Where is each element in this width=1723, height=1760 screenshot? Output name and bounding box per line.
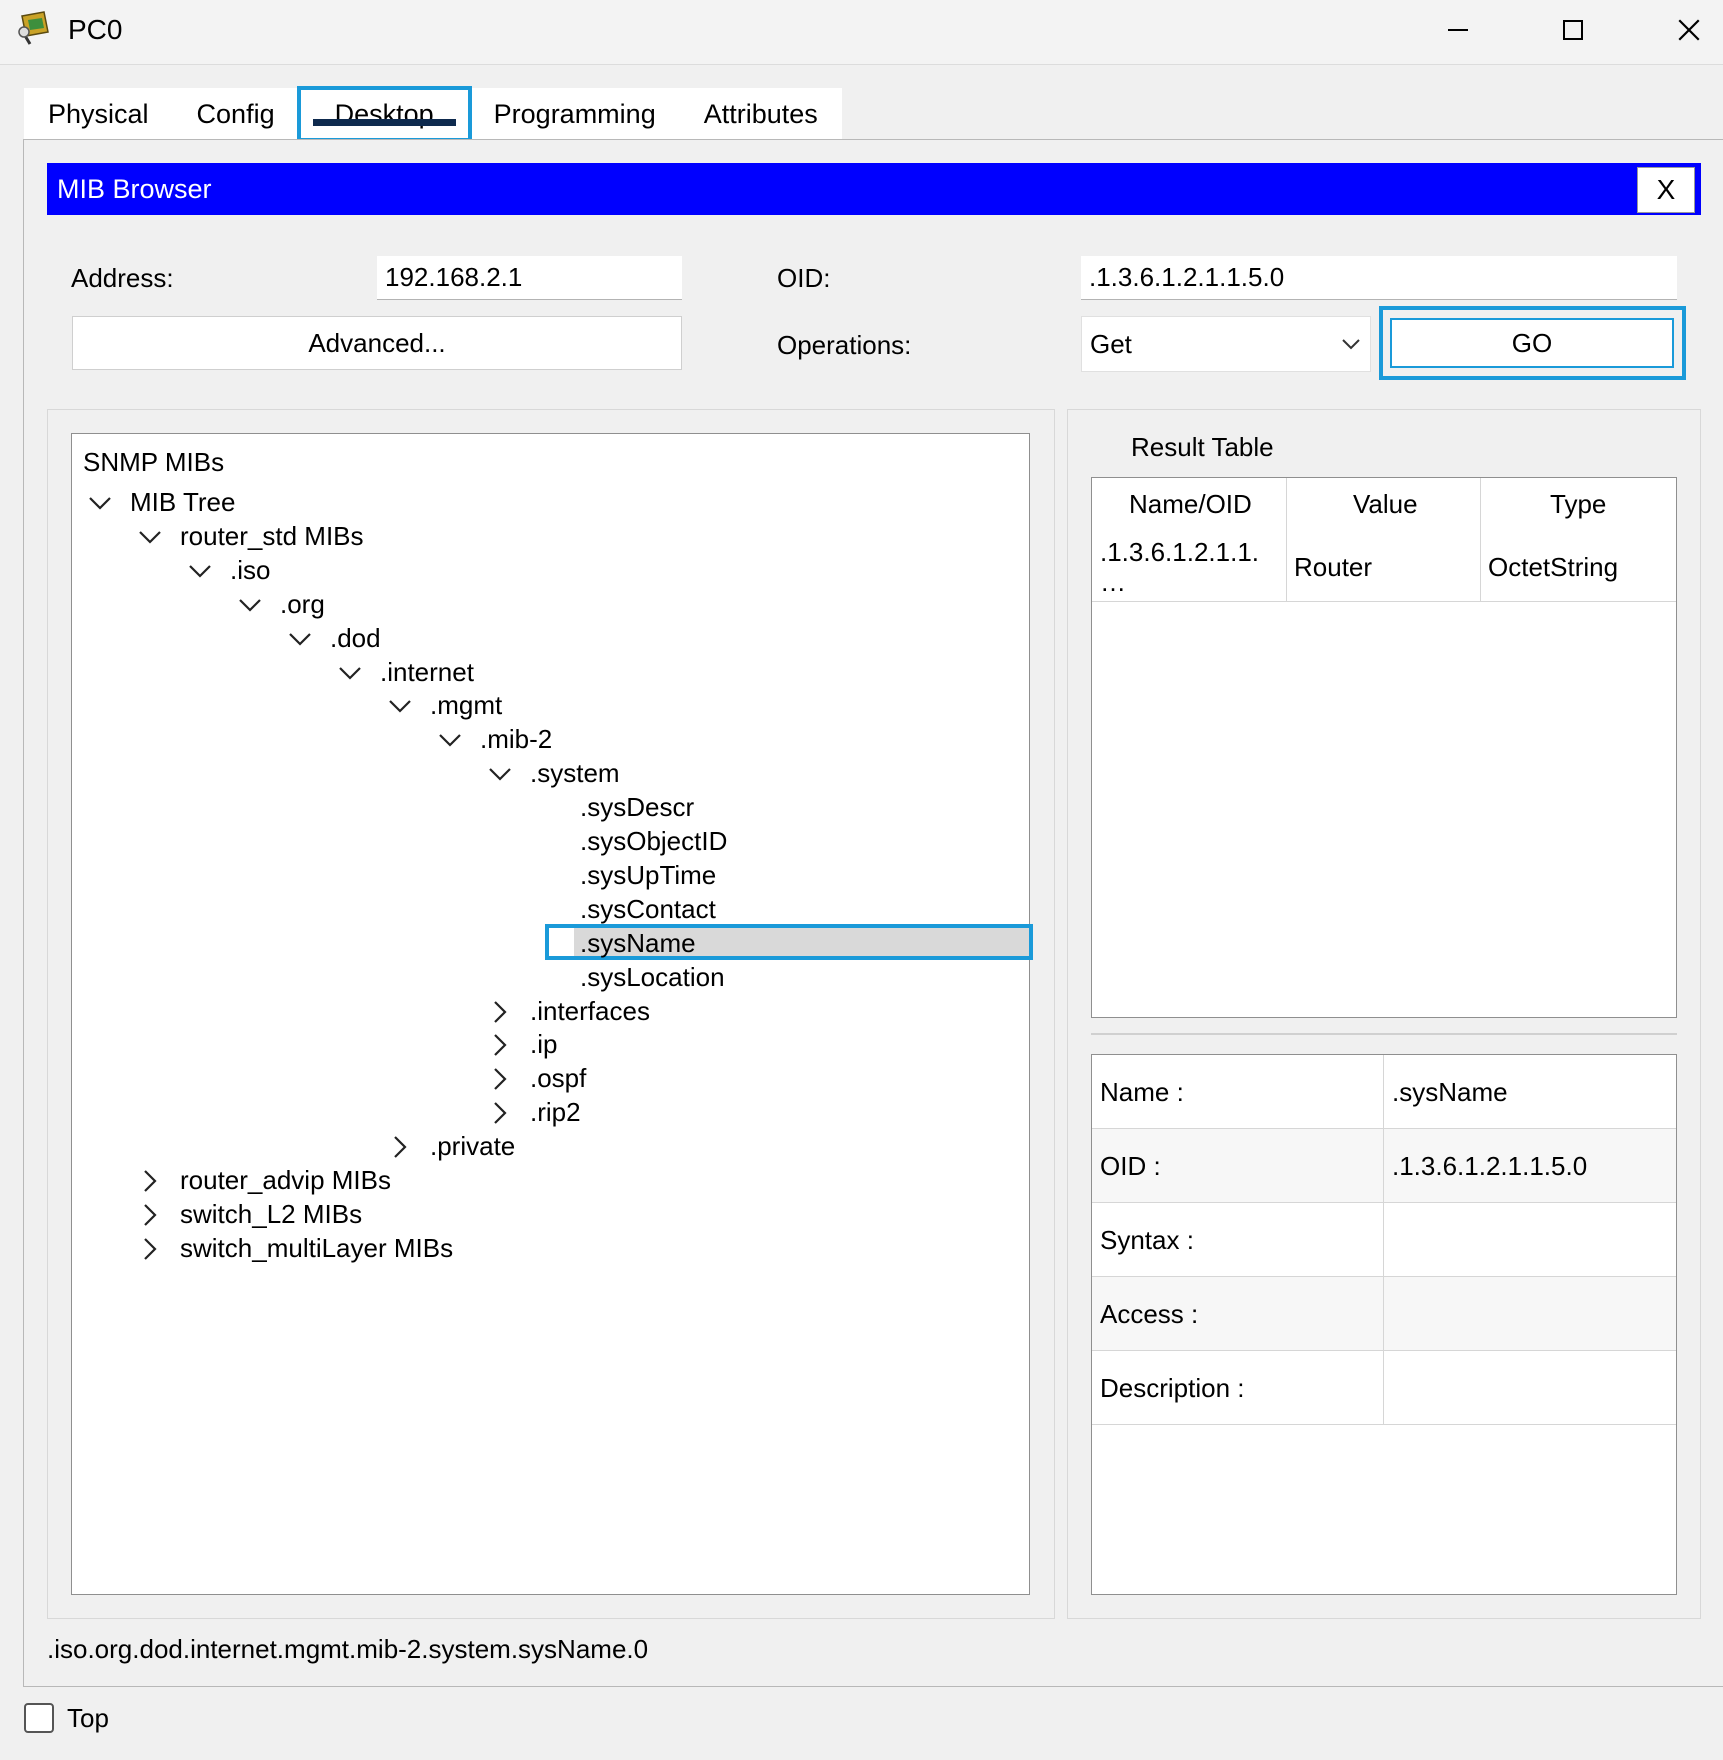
result-cell-type[interactable]: OctetString <box>1488 552 1618 583</box>
result-cell-name-oid[interactable]: .1.3.6.1.2.1.1. <box>1100 537 1259 568</box>
device-tabs: Physical Config Desktop Programming Attr… <box>24 86 842 142</box>
results-splitter[interactable] <box>1091 1033 1677 1035</box>
chevron-right-icon[interactable] <box>386 1133 414 1161</box>
top-checkbox[interactable] <box>24 1703 54 1733</box>
result-cell-name-oid-ellipsis: … <box>1100 567 1126 597</box>
chevron-right-icon[interactable] <box>136 1235 164 1263</box>
address-input[interactable]: 192.168.2.1 <box>377 256 682 300</box>
detail-row-name: Name : .sysName <box>1092 1055 1676 1129</box>
detail-key: Access : <box>1100 1299 1199 1329</box>
chevron-down-icon[interactable] <box>236 591 264 619</box>
result-table-title: Result Table <box>1131 432 1274 462</box>
tab-desktop[interactable]: Desktop <box>296 86 472 142</box>
chevron-right-icon[interactable] <box>486 998 514 1026</box>
tree-node[interactable]: router_std MIBs <box>180 521 364 552</box>
close-window-button[interactable] <box>1662 10 1716 50</box>
result-header-type[interactable]: Type <box>1550 489 1606 520</box>
tree-node[interactable]: .rip2 <box>530 1097 581 1128</box>
chevron-down-icon <box>1342 339 1360 350</box>
operations-label: Operations: <box>777 330 912 360</box>
chevron-right-icon[interactable] <box>486 1031 514 1059</box>
tab-config[interactable]: Config <box>173 88 299 140</box>
chevron-down-icon[interactable] <box>486 760 514 788</box>
tree-node-selected[interactable]: .sysName <box>580 928 696 959</box>
chevron-down-icon[interactable] <box>86 489 114 517</box>
detail-row-access: Access : <box>1092 1277 1676 1351</box>
detail-key: Description : <box>1100 1373 1245 1403</box>
close-icon <box>1678 19 1700 41</box>
chevron-down-icon[interactable] <box>286 625 314 653</box>
detail-row-description: Description : <box>1092 1351 1676 1425</box>
details-table: Name : .sysName OID : .1.3.6.1.2.1.1.5.0 S… <box>1091 1054 1677 1595</box>
bottom-bar <box>0 1688 1723 1760</box>
operations-select[interactable]: Get <box>1081 316 1371 372</box>
result-row-divider <box>1092 601 1676 602</box>
detail-value: .1.3.6.1.2.1.1.5.0 <box>1392 1151 1588 1181</box>
tree-node[interactable]: .ospf <box>530 1063 586 1094</box>
tab-programming[interactable]: Programming <box>470 88 680 140</box>
packet-tracer-app-icon <box>18 11 49 45</box>
tree-node[interactable]: .sysUpTime <box>580 860 716 891</box>
tree-node[interactable]: .ip <box>530 1029 557 1060</box>
tree-node[interactable]: .sysContact <box>580 894 716 925</box>
chevron-down-icon[interactable] <box>386 692 414 720</box>
chevron-down-icon[interactable] <box>336 659 364 687</box>
go-button[interactable]: GO <box>1390 318 1674 368</box>
result-table[interactable]: Name/OID Value Type .1.3.6.1.2.1.1. … Ro… <box>1091 477 1677 1018</box>
tree-node[interactable]: .mib-2 <box>480 724 552 755</box>
oid-label: OID: <box>777 263 831 293</box>
tree-node[interactable]: .iso <box>230 555 270 586</box>
tab-attributes[interactable]: Attributes <box>680 88 842 140</box>
mib-browser-header: MIB Browser X <box>47 163 1701 215</box>
chevron-right-icon[interactable] <box>136 1201 164 1229</box>
detail-key: Name : <box>1100 1077 1184 1107</box>
tree-node[interactable]: switch_L2 MIBs <box>180 1199 362 1230</box>
window-title: PC0 <box>68 14 123 45</box>
tree-node[interactable]: .mgmt <box>430 690 502 721</box>
minimize-icon <box>1448 29 1468 31</box>
window-titlebar: PC0 <box>0 0 1723 65</box>
chevron-right-icon[interactable] <box>486 1099 514 1127</box>
top-checkbox-label: Top <box>67 1703 109 1733</box>
chevron-down-icon[interactable] <box>436 726 464 754</box>
tree-node[interactable]: .system <box>530 758 620 789</box>
detail-row-syntax: Syntax : <box>1092 1203 1676 1277</box>
active-tab-underline <box>312 119 456 126</box>
tree-root-label: SNMP MIBs <box>83 447 225 477</box>
detail-value: .sysName <box>1392 1077 1508 1107</box>
tree-node[interactable]: .sysDescr <box>580 792 694 823</box>
chevron-down-icon[interactable] <box>136 523 164 551</box>
maximize-button[interactable] <box>1546 10 1600 50</box>
tree-node[interactable]: .sysLocation <box>580 962 725 993</box>
result-header-value[interactable]: Value <box>1353 489 1418 520</box>
chevron-down-icon[interactable] <box>186 557 214 585</box>
tree-node[interactable]: .sysObjectID <box>580 826 727 857</box>
mib-browser-close-button[interactable]: X <box>1637 167 1695 213</box>
tree-node[interactable]: router_advip MIBs <box>180 1165 391 1196</box>
advanced-button[interactable]: Advanced... <box>72 316 682 370</box>
tab-physical[interactable]: Physical <box>24 88 173 140</box>
oid-status-path: .iso.org.dod.internet.mgmt.mib-2.system.… <box>47 1634 649 1664</box>
detail-row-oid: OID : .1.3.6.1.2.1.1.5.0 <box>1092 1129 1676 1203</box>
address-label: Address: <box>71 263 174 293</box>
tree-node[interactable]: switch_multiLayer MIBs <box>180 1233 453 1264</box>
detail-key: OID : <box>1100 1151 1161 1181</box>
tree-node[interactable]: MIB Tree <box>130 487 235 518</box>
result-cell-value[interactable]: Router <box>1294 552 1372 583</box>
oid-input[interactable]: .1.3.6.1.2.1.1.5.0 <box>1081 256 1677 300</box>
result-header-name-oid[interactable]: Name/OID <box>1129 489 1252 520</box>
chevron-right-icon[interactable] <box>136 1167 164 1195</box>
minimize-button[interactable] <box>1431 10 1485 50</box>
chevron-right-icon[interactable] <box>486 1065 514 1093</box>
tree-node[interactable]: .interfaces <box>530 996 650 1027</box>
tree-node[interactable]: .private <box>430 1131 515 1162</box>
operations-selected-value: Get <box>1090 328 1132 359</box>
detail-key: Syntax : <box>1100 1225 1194 1255</box>
tree-node[interactable]: .internet <box>380 657 474 688</box>
tree-node[interactable]: .dod <box>330 623 381 654</box>
mib-browser-title: MIB Browser <box>57 174 212 204</box>
maximize-icon <box>1563 20 1583 40</box>
tree-node[interactable]: .org <box>280 589 325 620</box>
